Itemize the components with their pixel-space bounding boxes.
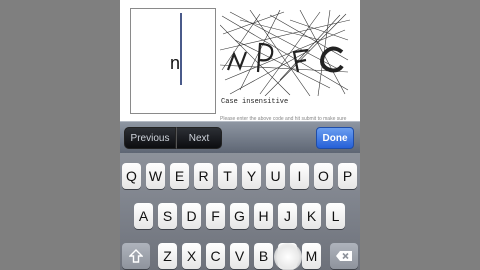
key-v[interactable]: V bbox=[230, 243, 249, 269]
key-x[interactable]: X bbox=[182, 243, 201, 269]
key-f[interactable]: F bbox=[206, 203, 225, 229]
form-assistant-toolbar: Previous Next Done bbox=[120, 121, 360, 153]
captcha-answer-field[interactable]: n bbox=[130, 8, 216, 114]
backspace-icon bbox=[336, 251, 352, 261]
key-l[interactable]: L bbox=[326, 203, 345, 229]
key-k[interactable]: K bbox=[302, 203, 321, 229]
next-button[interactable]: Next bbox=[176, 127, 222, 149]
key-c[interactable]: C bbox=[206, 243, 225, 269]
key-w[interactable]: W bbox=[146, 163, 165, 189]
key-q[interactable]: Q bbox=[122, 163, 141, 189]
key-y[interactable]: Y bbox=[242, 163, 261, 189]
key-h[interactable]: H bbox=[254, 203, 273, 229]
key-e[interactable]: E bbox=[170, 163, 189, 189]
phone-screen: n Case insensitive Please enter the abov… bbox=[120, 0, 360, 270]
case-insensitive-note: Case insensitive bbox=[221, 98, 289, 106]
touch-highlight bbox=[274, 243, 302, 270]
shift-key[interactable] bbox=[122, 243, 150, 269]
on-screen-keyboard: Q W E R T Y U I O P A S D F G H J K L Z … bbox=[120, 153, 360, 270]
key-s[interactable]: S bbox=[158, 203, 177, 229]
key-z[interactable]: Z bbox=[158, 243, 177, 269]
text-cursor bbox=[180, 13, 182, 85]
key-d[interactable]: D bbox=[182, 203, 201, 229]
key-o[interactable]: O bbox=[314, 163, 333, 189]
key-i[interactable]: I bbox=[290, 163, 309, 189]
key-r[interactable]: R bbox=[194, 163, 213, 189]
captcha-answer-text: n bbox=[170, 53, 181, 73]
backspace-key[interactable] bbox=[330, 243, 358, 269]
key-b[interactable]: B bbox=[254, 243, 273, 269]
key-t[interactable]: T bbox=[218, 163, 237, 189]
previous-button[interactable]: Previous bbox=[124, 127, 176, 149]
key-p[interactable]: P bbox=[338, 163, 357, 189]
key-j[interactable]: J bbox=[278, 203, 297, 229]
key-a[interactable]: A bbox=[134, 203, 153, 229]
key-u[interactable]: U bbox=[266, 163, 285, 189]
captcha-image bbox=[220, 10, 350, 96]
key-m[interactable]: M bbox=[302, 243, 321, 269]
shift-arrow-icon bbox=[129, 249, 143, 263]
done-button[interactable]: Done bbox=[316, 127, 354, 149]
web-page: n Case insensitive Please enter the abov… bbox=[120, 0, 360, 128]
key-g[interactable]: G bbox=[230, 203, 249, 229]
